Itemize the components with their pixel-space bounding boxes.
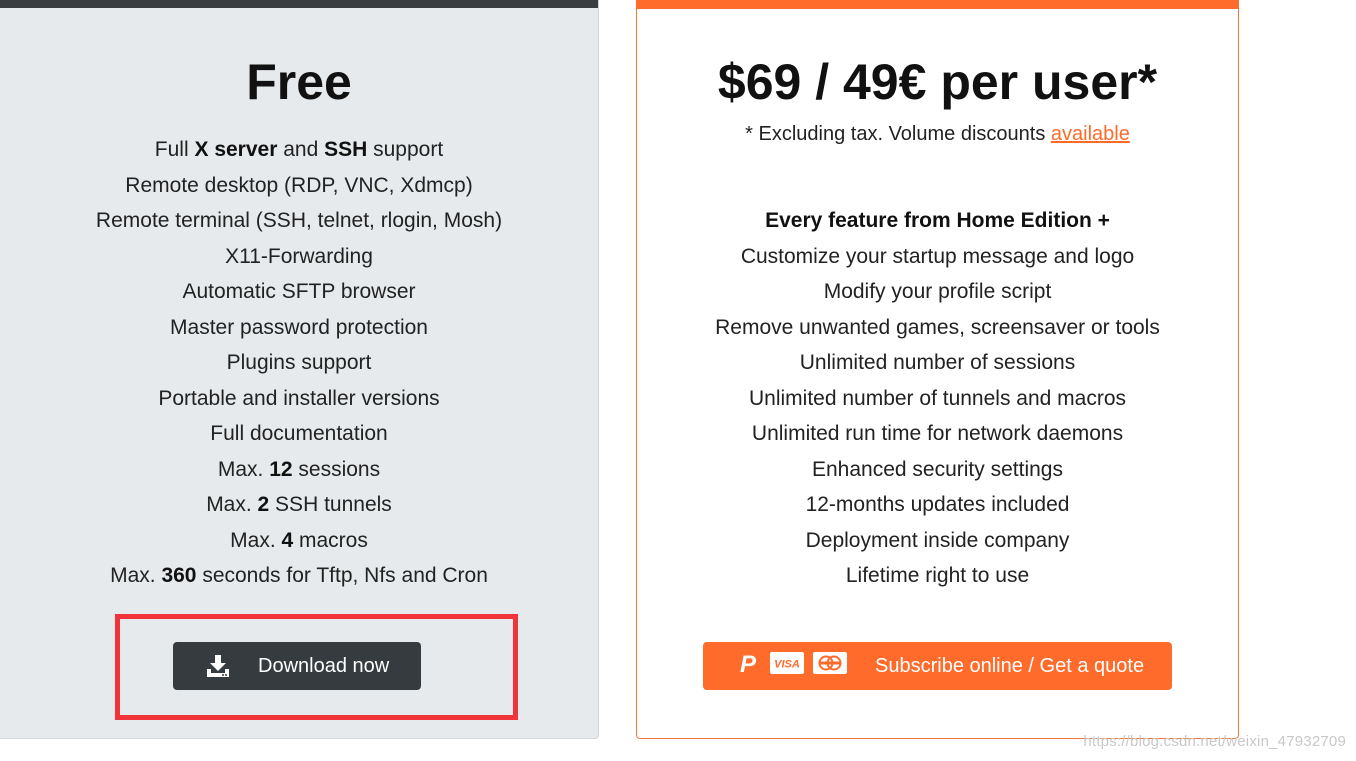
feature-text: Master password protection bbox=[170, 315, 428, 339]
feature-item: Max. 4 macros bbox=[0, 523, 598, 559]
subscribe-button[interactable]: P VISA Subscribe online / Get a quote bbox=[703, 642, 1172, 690]
feature-item: Remote desktop (RDP, VNC, Xdmcp) bbox=[0, 168, 598, 204]
feature-item: Deployment inside company bbox=[637, 523, 1238, 559]
feature-item: Max. 360 seconds for Tftp, Nfs and Cron bbox=[0, 558, 598, 594]
free-plan-title: Free bbox=[246, 54, 352, 110]
feature-item: Unlimited run time for network daemons bbox=[637, 416, 1238, 452]
visa-text: VISA bbox=[774, 659, 800, 671]
free-card-top-bar bbox=[0, 0, 598, 8]
svg-text:P: P bbox=[740, 651, 757, 676]
feature-text: Remote terminal (SSH, telnet, rlogin, Mo… bbox=[95, 209, 503, 232]
feature-item: Max. 12 sessions bbox=[0, 452, 598, 488]
feature-text: Full documentation bbox=[210, 422, 388, 445]
feature-text: Remove unwanted games, screensaver or to… bbox=[715, 315, 1160, 339]
feature-item: Lifetime right to use bbox=[637, 558, 1238, 594]
feature-text: Max. bbox=[217, 457, 270, 481]
feature-text: Remote desktop (RDP, VNC, Xdmcp) bbox=[125, 173, 473, 197]
feature-text: support bbox=[367, 138, 444, 161]
tax-note-text: * Excluding tax. Volume discounts bbox=[745, 123, 1051, 145]
feature-text: X11-Forwarding bbox=[225, 244, 373, 268]
feature-text: SSH tunnels bbox=[269, 493, 392, 516]
feature-item: Modify your profile script bbox=[637, 274, 1238, 310]
feature-text: Customize your startup message and logo bbox=[740, 244, 1135, 268]
download-now-button[interactable]: Download now bbox=[173, 642, 421, 690]
feature-item: Remove unwanted games, screensaver or to… bbox=[637, 310, 1238, 346]
feature-item: Unlimited number of tunnels and macros bbox=[637, 381, 1238, 417]
feature-emphasis: 4 bbox=[281, 528, 294, 552]
pro-feature-list: Every feature from Home Edition + Customi… bbox=[637, 203, 1238, 594]
feature-item: Unlimited number of sessions bbox=[637, 345, 1238, 381]
feature-text: Portable and installer versions bbox=[158, 386, 440, 410]
feature-item: Master password protection bbox=[0, 310, 598, 346]
feature-emphasis: 12 bbox=[269, 457, 293, 481]
feature-text: Enhanced security settings bbox=[812, 457, 1063, 481]
mastercard-icon bbox=[813, 652, 847, 680]
feature-text: Automatic SFTP browser bbox=[182, 280, 416, 303]
download-icon bbox=[207, 655, 229, 677]
subscribe-button-label: Subscribe online / Get a quote bbox=[875, 654, 1145, 677]
feature-item: Full documentation bbox=[0, 416, 598, 452]
feature-text: Max. bbox=[206, 493, 258, 516]
pro-card-top-bar bbox=[636, 0, 1239, 9]
feature-item: Full X server and SSH support bbox=[0, 132, 598, 168]
feature-item: Every feature from Home Edition + bbox=[637, 203, 1238, 239]
feature-emphasis: 2 bbox=[257, 493, 270, 516]
pro-plan-price: $69 / 49€ per user* bbox=[717, 54, 1158, 110]
feature-item: Portable and installer versions bbox=[0, 381, 598, 417]
feature-item: X11-Forwarding bbox=[0, 239, 598, 275]
feature-text: sessions bbox=[292, 457, 381, 481]
paypal-icon: P bbox=[735, 650, 761, 682]
feature-text: Deployment inside company bbox=[805, 528, 1070, 552]
feature-text: seconds for Tftp, Nfs and Cron bbox=[196, 564, 488, 587]
feature-text: Lifetime right to use bbox=[845, 564, 1030, 587]
feature-text: Max. bbox=[110, 564, 162, 587]
visa-icon: VISA bbox=[770, 652, 804, 680]
feature-text: macros bbox=[293, 528, 368, 552]
feature-item: Plugins support bbox=[0, 345, 598, 381]
pro-plan-card: $69 / 49€ per user* * Excluding tax. Vol… bbox=[636, 0, 1239, 739]
feature-text: and bbox=[277, 138, 325, 161]
payment-icons: P VISA bbox=[735, 650, 856, 682]
feature-text: Unlimited number of tunnels and macros bbox=[748, 386, 1126, 410]
feature-emphasis: 360 bbox=[161, 564, 197, 587]
feature-text: 12-months updates included bbox=[805, 493, 1070, 516]
download-button-label: Download now bbox=[258, 654, 390, 677]
feature-text: Full bbox=[154, 138, 195, 161]
watermark-text: https://blog.csdn.net/weixin_47932709 bbox=[1083, 733, 1346, 750]
feature-item: Enhanced security settings bbox=[637, 452, 1238, 488]
feature-emphasis: Every feature from Home Edition + bbox=[765, 209, 1110, 232]
feature-text: Max. bbox=[230, 528, 282, 552]
tax-note: * Excluding tax. Volume discounts availa… bbox=[637, 122, 1238, 146]
feature-item: Customize your startup message and logo bbox=[637, 239, 1238, 275]
feature-item: Automatic SFTP browser bbox=[0, 274, 598, 310]
feature-emphasis: X server bbox=[194, 138, 278, 161]
volume-discounts-link[interactable]: available bbox=[1051, 123, 1130, 145]
feature-text: Unlimited number of sessions bbox=[799, 351, 1076, 374]
feature-text: Unlimited run time for network daemons bbox=[751, 422, 1124, 445]
feature-item: Remote terminal (SSH, telnet, rlogin, Mo… bbox=[0, 203, 598, 239]
feature-emphasis: SSH bbox=[324, 138, 368, 161]
feature-item: Max. 2 SSH tunnels bbox=[0, 487, 598, 523]
feature-item: 12-months updates included bbox=[637, 487, 1238, 523]
free-feature-list: Full X server and SSH support Remote desk… bbox=[0, 132, 598, 594]
feature-text: Plugins support bbox=[226, 351, 372, 374]
feature-text: Modify your profile script bbox=[823, 280, 1052, 303]
